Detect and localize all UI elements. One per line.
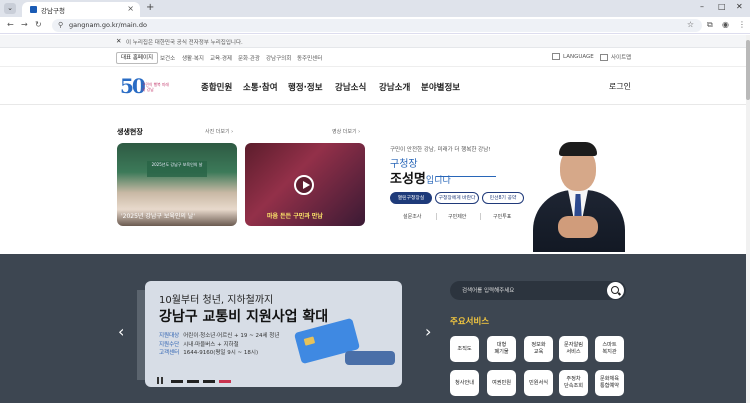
photo-banner: 2025년도 강남구 보육인의 날	[147, 161, 207, 177]
gov-banner: ✕ 이 누리집은 대한민국 공식 전자정부 누리집입니다.	[0, 35, 746, 48]
util-link-council[interactable]: 강남구의회	[266, 54, 291, 62]
photo-more-link[interactable]: 사진 더보기 ›	[205, 128, 233, 135]
mayor-office-button[interactable]: 열린구청장실	[390, 192, 432, 204]
banner-slide[interactable]: 10월부터 청년, 지하철까지 강남구 교통비 지원사업 확대 지원대상 어린이·…	[145, 281, 402, 387]
link-separator	[480, 213, 481, 220]
play-icon[interactable]	[294, 175, 314, 195]
url-input[interactable]: ⚲ gangnam.go.kr/main.do ☆	[52, 19, 702, 32]
browser-tab[interactable]: 강남구청 ×	[22, 2, 140, 17]
gov-banner-text: 이 누리집은 대한민국 공식 전자정부 누리집입니다.	[126, 40, 243, 46]
slide-headline-2: 강남구 교통비 지원사업 확대	[159, 309, 329, 325]
slide-dot[interactable]	[171, 380, 183, 383]
slide-dot[interactable]	[203, 380, 215, 383]
mayor-pledge-button[interactable]: 민선8기 공약	[482, 192, 524, 204]
page-scrollbar[interactable]	[746, 35, 750, 403]
slide-dot-active[interactable]	[219, 380, 231, 383]
minimize-icon[interactable]: –	[700, 2, 704, 11]
close-icon[interactable]: ×	[127, 4, 134, 13]
mayor-hands	[558, 216, 598, 238]
site-info-icon[interactable]: ⚲	[58, 21, 63, 29]
sitemap-link[interactable]: 사이트맵	[600, 53, 631, 61]
proposal-link[interactable]: 구민제안	[448, 213, 466, 220]
news-section-title: 생생현장	[117, 128, 143, 136]
forward-icon[interactable]: →	[21, 20, 28, 29]
tab-search-icon[interactable]: ⌄	[4, 3, 16, 14]
news-video[interactable]: 마음 든든 구민과 만남	[245, 143, 365, 226]
service-culture-booking[interactable]: 문화체육 통합예약	[595, 370, 624, 396]
survey-link[interactable]: 설문조사	[403, 213, 421, 220]
service-sms-alert[interactable]: 문자알림 서비스	[559, 336, 588, 362]
link-separator	[436, 213, 437, 220]
mayor-name: 조성명입니다	[390, 172, 451, 187]
menu-communication[interactable]: 소통·참여	[243, 81, 278, 93]
search-box[interactable]: 검색어를 입력해주세요	[450, 281, 626, 300]
menu-administration[interactable]: 행정·정보	[288, 81, 323, 93]
slide-dot[interactable]	[187, 380, 199, 383]
address-bar: ← → ↻ ⚲ gangnam.go.kr/main.do ☆ ⧉ ◉ ⋮	[0, 17, 750, 34]
language-link[interactable]: LANGUAGE	[552, 53, 594, 60]
profile-icon[interactable]: ◉	[722, 20, 729, 29]
tab-title: 강남구청	[41, 7, 65, 15]
mayor-photo	[528, 128, 628, 252]
service-org-chart[interactable]: 조직도	[450, 336, 479, 362]
new-tab-icon[interactable]: +	[146, 2, 154, 13]
search-input[interactable]: 검색어를 입력해주세요	[462, 286, 514, 294]
sitemap-icon	[600, 54, 608, 61]
slide-info: 지원대상 어린이·청소년·어르신 + 19 ~ 24세 청년 지원수단 시내·마을버…	[159, 333, 280, 356]
next-slide-icon[interactable]: ›	[425, 322, 431, 341]
bookmark-star-icon[interactable]: ☆	[687, 20, 694, 29]
slide-headline-1: 10월부터 청년, 지하철까지	[159, 295, 274, 306]
video-more-link[interactable]: 영상 더보기 ›	[332, 128, 360, 135]
util-link-community[interactable]: 동주민센터	[297, 54, 322, 62]
photo-caption: '2025년 강남구 보육인의 날'	[121, 213, 195, 220]
util-link-health[interactable]: 보건소	[160, 54, 175, 62]
maximize-icon[interactable]: □	[718, 2, 726, 11]
service-passport[interactable]: 여권민원	[487, 370, 516, 396]
pause-icon[interactable]	[157, 377, 163, 384]
service-forms[interactable]: 민원서식	[524, 370, 553, 396]
main-navigation: 50 구민이 행복 미래의 강남 종합민원 소통·참여 행정·정보 강남소식 강…	[0, 67, 746, 105]
reload-icon[interactable]: ↻	[35, 20, 42, 29]
menu-dots-icon[interactable]: ⋮	[738, 20, 746, 29]
logo-tagline: 구민이 행복 미래의 강남	[142, 82, 169, 92]
browser-tabstrip: ⌄ 강남구청 × + – □ ✕	[0, 0, 750, 17]
scroll-thumb[interactable]	[746, 40, 750, 100]
favicon-icon	[30, 6, 37, 13]
service-smart-welfare[interactable]: 스마트 복지관	[595, 336, 624, 362]
main-site-button[interactable]: 대표 홈페이지	[116, 52, 159, 64]
logo-number: 50	[120, 74, 146, 98]
services-title: 주요서비스	[450, 317, 490, 327]
news-photo[interactable]: 2025년도 강남구 보육인의 날 '2025년 강남구 보육인의 날'	[117, 143, 237, 226]
back-icon[interactable]: ←	[7, 20, 14, 29]
window-close-icon[interactable]: ✕	[736, 2, 743, 11]
util-link-education[interactable]: 교육·경제	[210, 54, 232, 62]
gangnam-logo[interactable]: 50 구민이 행복 미래의 강남	[120, 74, 172, 100]
service-bulky-waste[interactable]: 대형 폐기물	[487, 336, 516, 362]
mayor-divider	[436, 176, 496, 177]
url-text: gangnam.go.kr/main.do	[69, 21, 147, 29]
login-link[interactable]: 로그인	[609, 81, 631, 92]
prev-slide-icon[interactable]: ‹	[118, 322, 124, 341]
menu-civil[interactable]: 종합민원	[201, 81, 232, 93]
utility-bar: 대표 홈페이지 보건소 생활·복지 교육·경제 문화·관광 강남구의회 동주민센…	[0, 49, 746, 67]
mayor-request-button[interactable]: 구청장에게 바란다	[435, 192, 479, 204]
vote-link[interactable]: 구민투표	[493, 213, 511, 220]
extensions-icon[interactable]: ⧉	[707, 20, 713, 30]
util-link-welfare[interactable]: 생활·복지	[182, 54, 204, 62]
mayor-hair	[559, 142, 597, 156]
service-parking-check[interactable]: 주정차 단속조회	[559, 370, 588, 396]
bus-icon	[345, 351, 395, 365]
flag-icon: ✕	[116, 37, 122, 45]
service-it-education[interactable]: 정보화 교육	[524, 336, 553, 362]
search-icon[interactable]	[607, 282, 624, 299]
menu-news[interactable]: 강남소식	[335, 81, 366, 93]
menu-field-info[interactable]: 분야별정보	[421, 81, 460, 93]
language-icon	[552, 53, 560, 60]
menu-about[interactable]: 강남소개	[379, 81, 410, 93]
mayor-tagline: 구민이 안전한 강남, 미래가 더 행복한 강남!	[390, 147, 491, 153]
video-overlay-text: 마음 든든 구민과 만남	[267, 213, 323, 220]
service-building-guide[interactable]: 청사안내	[450, 370, 479, 396]
util-link-culture[interactable]: 문화·관광	[238, 54, 260, 62]
